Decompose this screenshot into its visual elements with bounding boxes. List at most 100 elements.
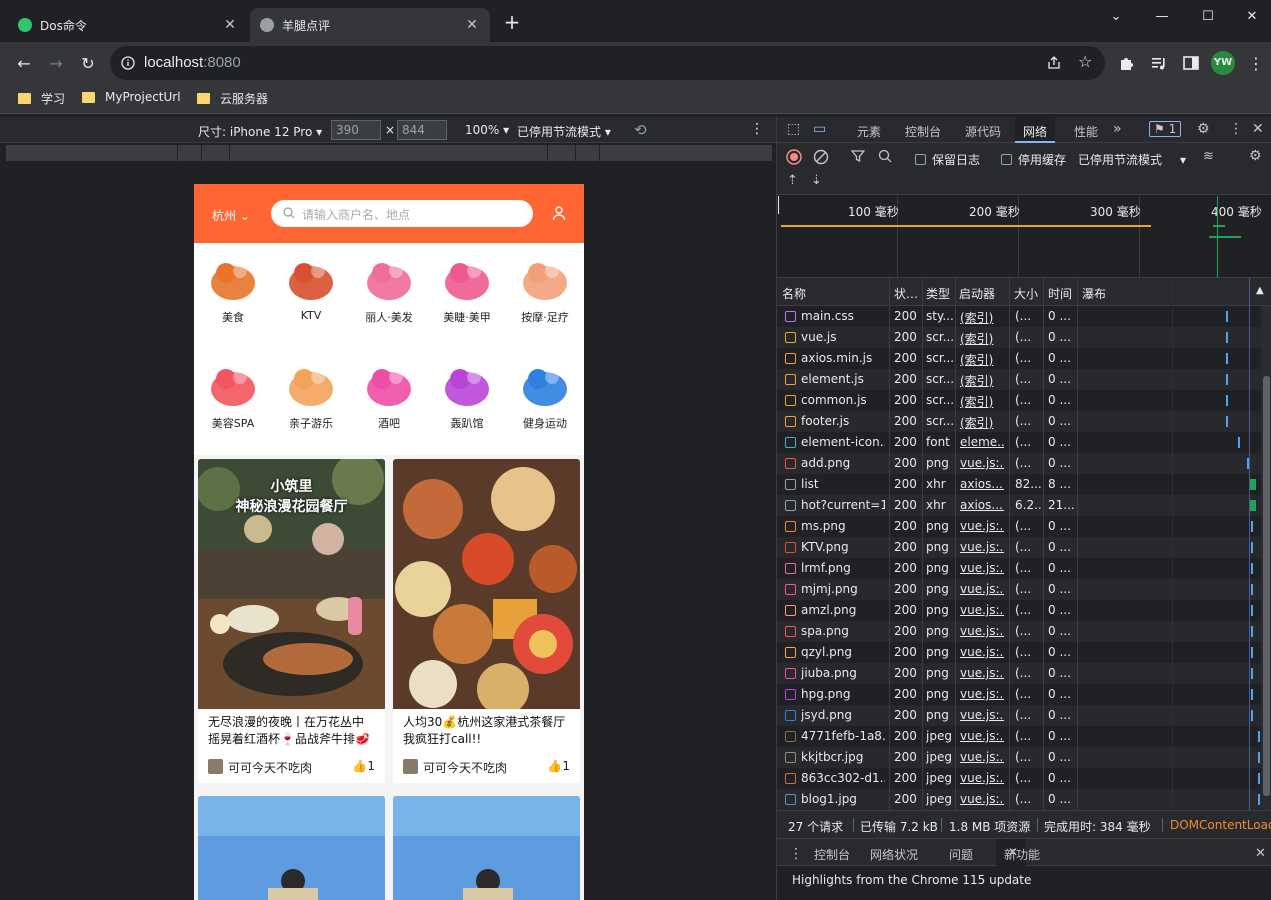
close-devtools-icon[interactable]: ✕ — [1252, 121, 1264, 137]
tab-performance[interactable]: 性能 — [1074, 123, 1098, 140]
network-row[interactable]: vue.js 200 scr... (索引) (... 0 ... — [777, 327, 1262, 348]
media-query-segment[interactable] — [576, 145, 600, 161]
media-query-segment[interactable] — [178, 145, 202, 161]
tab-network[interactable]: 网络 — [1015, 117, 1056, 143]
device-toggle-icon[interactable]: ▭ — [813, 121, 826, 137]
request-initiator[interactable]: (索引) — [960, 330, 1004, 347]
network-row[interactable]: footer.js 200 scr... (索引) (... 0 ... — [777, 411, 1262, 432]
network-row[interactable]: amzl.png 200 png vue.js:... (... 0 ... — [777, 600, 1262, 621]
drawer-tab-network-conditions[interactable]: 网络状况 — [870, 846, 918, 863]
network-row[interactable]: hot?current=1 200 xhr axios.... 6.2... 21... — [777, 495, 1262, 516]
request-initiator[interactable]: vue.js:... — [960, 540, 1004, 554]
url-text[interactable]: localhost:8080 — [144, 54, 241, 71]
blog-card-image[interactable] — [198, 796, 385, 900]
author-avatar[interactable] — [403, 759, 418, 774]
network-throttle-select[interactable]: 已停用节流模式 ▾ — [1078, 151, 1186, 168]
side-panel-icon[interactable] — [1182, 54, 1200, 72]
import-har-icon[interactable]: ⇡ — [787, 173, 798, 188]
network-row[interactable]: main.css 200 sty... (索引) (... 0 ... — [777, 306, 1262, 327]
request-initiator[interactable]: (索引) — [960, 351, 1004, 368]
bookmark-star-icon[interactable]: ☆ — [1078, 52, 1092, 71]
network-row[interactable]: element-icon... 200 font eleme... (... 0 ... — [777, 432, 1262, 453]
media-query-segment[interactable] — [230, 145, 548, 161]
close-icon[interactable]: ✕ — [222, 17, 238, 33]
network-overview-timeline[interactable]: 100 毫秒 200 毫秒 300 毫秒 400 毫秒 — [777, 196, 1271, 278]
new-tab-button[interactable]: + — [500, 10, 524, 34]
category-item[interactable]: 酒吧 — [350, 359, 428, 431]
network-conditions-icon[interactable]: ≋ — [1203, 149, 1214, 164]
like-button[interactable]: 👍1 — [352, 759, 375, 773]
filter-icon[interactable] — [851, 149, 865, 163]
blog-card-image[interactable] — [393, 796, 580, 900]
network-row[interactable]: jiuba.png 200 png vue.js:... (... 0 ... — [777, 663, 1262, 684]
reload-icon[interactable]: ↻ — [76, 51, 100, 75]
author-name[interactable]: 可可今天不吃肉 — [423, 759, 507, 776]
request-initiator[interactable]: vue.js:... — [960, 729, 1004, 743]
network-row[interactable]: spa.png 200 png vue.js:... (... 0 ... — [777, 621, 1262, 642]
device-dimensions-select[interactable]: 尺寸: iPhone 12 Pro ▾ — [198, 123, 322, 140]
category-item[interactable]: 美容SPA — [194, 359, 272, 431]
column-status[interactable]: 状… — [894, 285, 918, 302]
bookmark-folder-myprojecturl[interactable]: MyProjectUrl — [82, 90, 181, 104]
column-name[interactable]: 名称 — [782, 285, 806, 302]
network-row[interactable]: kkjtbcr.jpg 200 jpeg vue.js:... (... 0 ... — [777, 747, 1262, 768]
device-width-input[interactable]: 390 — [331, 120, 381, 140]
blog-card[interactable] — [393, 796, 580, 900]
request-initiator[interactable]: axios.... — [960, 498, 1004, 512]
blog-card-image[interactable] — [393, 459, 580, 709]
issues-badge[interactable]: ⚑ 1 — [1149, 121, 1182, 137]
preserve-log-checkbox[interactable]: 保留日志 — [915, 151, 980, 168]
network-row[interactable]: lrmf.png 200 png vue.js:... (... 0 ... — [777, 558, 1262, 579]
inspect-element-icon[interactable]: ⬚ — [787, 121, 800, 137]
column-type[interactable]: 类型 — [926, 285, 950, 302]
extensions-puzzle-icon[interactable] — [1118, 54, 1136, 72]
request-initiator[interactable]: vue.js:... — [960, 561, 1004, 575]
media-queue-icon[interactable] — [1150, 54, 1168, 72]
media-query-segment[interactable] — [548, 145, 576, 161]
network-row[interactable]: hpg.png 200 png vue.js:... (... 0 ... — [777, 684, 1262, 705]
column-waterfall[interactable]: 瀑布 — [1082, 285, 1106, 302]
tab-console[interactable]: 控制台 — [905, 123, 941, 140]
media-query-segment[interactable] — [202, 145, 230, 161]
request-initiator[interactable]: (索引) — [960, 372, 1004, 389]
tab-search-chevron-icon[interactable]: ⌄ — [1096, 2, 1136, 30]
export-har-icon[interactable]: ⇣ — [811, 173, 822, 188]
network-row[interactable]: element.js 200 scr... (索引) (... 0 ... — [777, 369, 1262, 390]
network-row[interactable]: mjmj.png 200 png vue.js:... (... 0 ... — [777, 579, 1262, 600]
tab-elements[interactable]: 元素 — [857, 123, 881, 140]
category-item[interactable]: 丽人·美发 — [350, 253, 428, 325]
settings-gear-icon[interactable]: ⚙ — [1197, 121, 1210, 137]
request-initiator[interactable]: vue.js:... — [960, 771, 1004, 785]
network-row[interactable]: common.js 200 scr... (索引) (... 0 ... — [777, 390, 1262, 411]
request-initiator[interactable]: (索引) — [960, 393, 1004, 410]
devtools-more-icon[interactable]: ⋮ — [1229, 121, 1243, 137]
category-item[interactable]: 按摩·足疗 — [506, 253, 584, 325]
request-initiator[interactable]: (索引) — [960, 414, 1004, 431]
record-stop-icon[interactable] — [786, 149, 802, 165]
more-menu-icon[interactable]: ⋮ — [1244, 51, 1268, 75]
network-row[interactable]: ms.png 200 png vue.js:... (... 0 ... — [777, 516, 1262, 537]
blog-card-image[interactable]: 小筑里 神秘浪漫花园餐厅 — [198, 459, 385, 709]
author-name[interactable]: 可可今天不吃肉 — [228, 759, 312, 776]
close-icon[interactable]: ✕ — [464, 17, 480, 33]
tab-sources[interactable]: 源代码 — [965, 123, 1001, 140]
scrollbar-thumb[interactable] — [1263, 376, 1270, 796]
city-selector[interactable]: 杭州 ⌄ — [212, 207, 250, 224]
network-row[interactable]: 863cc302-d1... 200 jpeg vue.js:... (... 0 ... — [777, 768, 1262, 789]
share-icon[interactable] — [1046, 55, 1062, 71]
clear-icon[interactable] — [813, 149, 829, 165]
profile-avatar[interactable]: YW — [1211, 51, 1235, 75]
category-item[interactable]: 健身运动 — [506, 359, 584, 431]
bookmark-folder-study[interactable]: 学习 — [18, 90, 65, 107]
device-height-input[interactable]: 844 — [397, 120, 447, 140]
request-initiator[interactable]: vue.js:... — [960, 708, 1004, 722]
network-settings-gear-icon[interactable]: ⚙ — [1249, 148, 1262, 164]
search-input[interactable]: 请输入商户名、地点 — [271, 200, 533, 227]
request-initiator[interactable]: eleme... — [960, 435, 1004, 449]
network-row[interactable]: KTV.png 200 png vue.js:... (... 0 ... — [777, 537, 1262, 558]
request-initiator[interactable]: vue.js:... — [960, 603, 1004, 617]
drawer-tab-console[interactable]: 控制台 — [814, 846, 850, 863]
search-icon[interactable] — [878, 149, 892, 163]
network-row[interactable]: add.png 200 png vue.js:... (... 0 ... — [777, 453, 1262, 474]
back-arrow-icon[interactable]: ← — [12, 51, 36, 75]
